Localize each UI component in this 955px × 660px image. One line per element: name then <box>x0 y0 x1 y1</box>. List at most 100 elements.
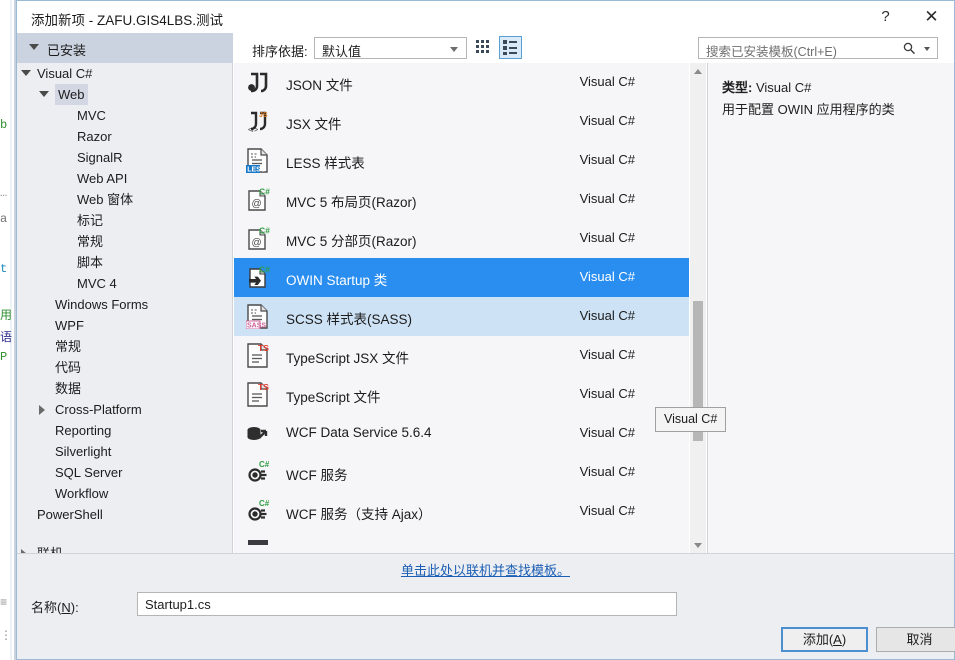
template-language: Visual C# <box>579 191 635 206</box>
tree-item-10[interactable]: MVC 4 <box>17 273 232 294</box>
tree-item-label: WPF <box>55 318 84 333</box>
detail-type-label: 类型: <box>722 80 753 95</box>
template-language: Visual C# <box>579 74 635 89</box>
tree-item-14[interactable]: 代码 <box>17 357 232 378</box>
template-list-item[interactable]: @ C# MVC 5 布局页(Razor) Visual C# <box>234 180 689 219</box>
sort-by-dropdown[interactable]: 默认值 <box>314 37 467 59</box>
less-stylesheet-icon: LESS <box>246 148 271 174</box>
template-list-item[interactable]: C# WCF 服务 Visual C# <box>234 453 689 492</box>
template-list-item[interactable]: LESS LESS 样式表 Visual C# <box>234 141 689 180</box>
tree-item-label: Web API <box>77 171 128 186</box>
template-name: TypeScript JSX 文件 <box>286 351 410 366</box>
template-language: Visual C# <box>579 464 635 479</box>
tree-item-5[interactable]: Web API <box>17 168 232 189</box>
tree-item-9[interactable]: 脚本 <box>17 252 232 273</box>
tree-item-label: Silverlight <box>55 444 112 459</box>
installed-label: 已安装 <box>47 43 87 58</box>
tree-item-21[interactable]: PowerShell <box>17 504 232 525</box>
tree-item-12[interactable]: WPF <box>17 315 232 336</box>
dialog-body: Visual C# Web MVC Razor SignalR Web API Web 窗体… <box>17 63 954 553</box>
tree-item-label: 常规 <box>77 234 104 249</box>
dialog-toolbar: 已安装 排序依据: 默认值 搜索已安装模板(Ctrl+E) <box>17 33 954 63</box>
search-templates-input[interactable]: 搜索已安装模板(Ctrl+E) <box>698 37 938 59</box>
razor-partial-icon: @ C# <box>246 226 271 251</box>
tree-item-15[interactable]: 数据 <box>17 378 232 399</box>
find-online-templates-link[interactable]: 单击此处以联机并查找模板。 <box>17 560 954 579</box>
tree-item-16[interactable]: Cross-Platform <box>17 399 232 420</box>
tree-item-17[interactable]: Reporting <box>17 420 232 441</box>
tree-item-18[interactable]: Silverlight <box>17 441 232 462</box>
template-name: SCSS 样式表(SASS) <box>286 312 413 327</box>
svg-text:C#: C# <box>259 265 270 275</box>
cancel-button[interactable]: 取消 <box>876 627 955 652</box>
template-list-item[interactable]: TS TypeScript 文件 Visual C# <box>234 375 689 414</box>
tree-item-11[interactable]: Windows Forms <box>17 294 232 315</box>
search-placeholder: 搜索已安装模板(Ctrl+E) <box>706 45 837 59</box>
svg-text:</>: </> <box>248 127 258 134</box>
template-name: WCF Data Service 5.6.4 <box>286 425 432 440</box>
chevron-down-icon <box>450 47 458 52</box>
language-tooltip: Visual C# <box>655 407 727 432</box>
template-list-item[interactable]: C# OWIN Startup 类 Visual C# <box>234 258 689 297</box>
installed-section-header[interactable]: 已安装 <box>17 33 233 63</box>
typescript-jsx-icon: TS <box>246 343 271 368</box>
tree-item-online[interactable]: 联机 <box>17 543 232 553</box>
template-list-item[interactable]: SASS SCSS 样式表(SASS) Visual C# <box>234 297 689 336</box>
tree-item-label: Cross-Platform <box>55 402 142 417</box>
help-icon[interactable]: ? <box>863 1 908 33</box>
template-list-item[interactable]: @ C# MVC 5 分部页(Razor) Visual C# <box>234 219 689 258</box>
tree-item-8[interactable]: 常规 <box>17 231 232 252</box>
bleed-text-fragment: ⋮ <box>0 629 12 643</box>
chevron-down-icon[interactable] <box>924 47 930 51</box>
partial-row-icon <box>246 538 271 545</box>
template-name: OWIN Startup 类 <box>286 273 388 288</box>
svg-text:C#: C# <box>259 460 270 469</box>
tree-item-7[interactable]: 标记 <box>17 210 232 231</box>
tree-item-label: 联机 <box>37 543 63 553</box>
scroll-up-icon[interactable] <box>690 63 706 79</box>
template-list-scrollbar[interactable] <box>690 63 706 553</box>
chevron-down-icon <box>29 44 39 50</box>
template-list-item[interactable]: JSON 文件 Visual C# <box>234 63 689 102</box>
close-icon[interactable]: ✕ <box>909 1 954 33</box>
template-language: Visual C# <box>579 425 635 440</box>
chevron-down-icon[interactable] <box>21 70 31 76</box>
tiles-view-icon[interactable] <box>473 36 496 59</box>
tree-item-3[interactable]: Razor <box>17 126 232 147</box>
template-details-panel: 类型: Visual C# 用于配置 OWIN 应用程序的类 <box>707 63 954 553</box>
bleed-text-fragment: ≡ <box>0 596 8 610</box>
template-list-item[interactable]: TS TypeScript JSX 文件 Visual C# <box>234 336 689 375</box>
scroll-down-icon[interactable] <box>690 537 706 553</box>
template-language: Visual C# <box>579 308 635 323</box>
template-name: WCF 服务（支持 Ajax） <box>286 507 432 522</box>
tree-item-2[interactable]: MVC <box>17 105 232 126</box>
item-name-input[interactable]: Startup1.cs <box>137 592 677 616</box>
tree-item-1[interactable]: Web <box>17 84 232 105</box>
category-tree[interactable]: Visual C# Web MVC Razor SignalR Web API Web 窗体… <box>17 63 233 553</box>
detail-description: 用于配置 OWIN 应用程序的类 <box>722 102 895 117</box>
add-button[interactable]: 添加(A) <box>781 627 868 652</box>
template-list-item[interactable]: JS </> JSX 文件 Visual C# <box>234 102 689 141</box>
chevron-down-icon[interactable] <box>39 91 49 97</box>
dialog-title: 添加新项 - ZAFU.GIS4LBS.测试 <box>31 13 224 28</box>
tree-item-13[interactable]: 常规 <box>17 336 232 357</box>
list-view-icon[interactable] <box>499 36 522 59</box>
tree-item-19[interactable]: SQL Server <box>17 462 232 483</box>
bleed-text-fragment: 语 <box>0 331 13 345</box>
tree-item-4[interactable]: SignalR <box>17 147 232 168</box>
template-list-item[interactable]: C# WCF 服务（支持 Ajax） Visual C# <box>234 492 689 531</box>
tree-item-label: PowerShell <box>37 507 103 522</box>
template-list-item[interactable]: WCF Data Service 5.6.4 Visual C# <box>234 414 689 453</box>
template-language: Visual C# <box>579 347 635 362</box>
template-list-item[interactable] <box>234 531 689 545</box>
tree-item-20[interactable]: Workflow <box>17 483 232 504</box>
template-language: Visual C# <box>579 152 635 167</box>
tree-item-6[interactable]: Web 窗体 <box>17 189 232 210</box>
tree-item-label: 常规 <box>55 339 82 354</box>
chevron-right-icon[interactable] <box>39 405 45 415</box>
search-icon[interactable] <box>903 41 916 59</box>
template-list[interactable]: JSON 文件 Visual C# JS </> JSX 文件 Visual C# LESS… <box>234 63 689 553</box>
detail-type-value: Visual C# <box>755 80 812 95</box>
tree-item-0[interactable]: Visual C# <box>17 63 232 84</box>
svg-text:TS: TS <box>258 343 269 353</box>
